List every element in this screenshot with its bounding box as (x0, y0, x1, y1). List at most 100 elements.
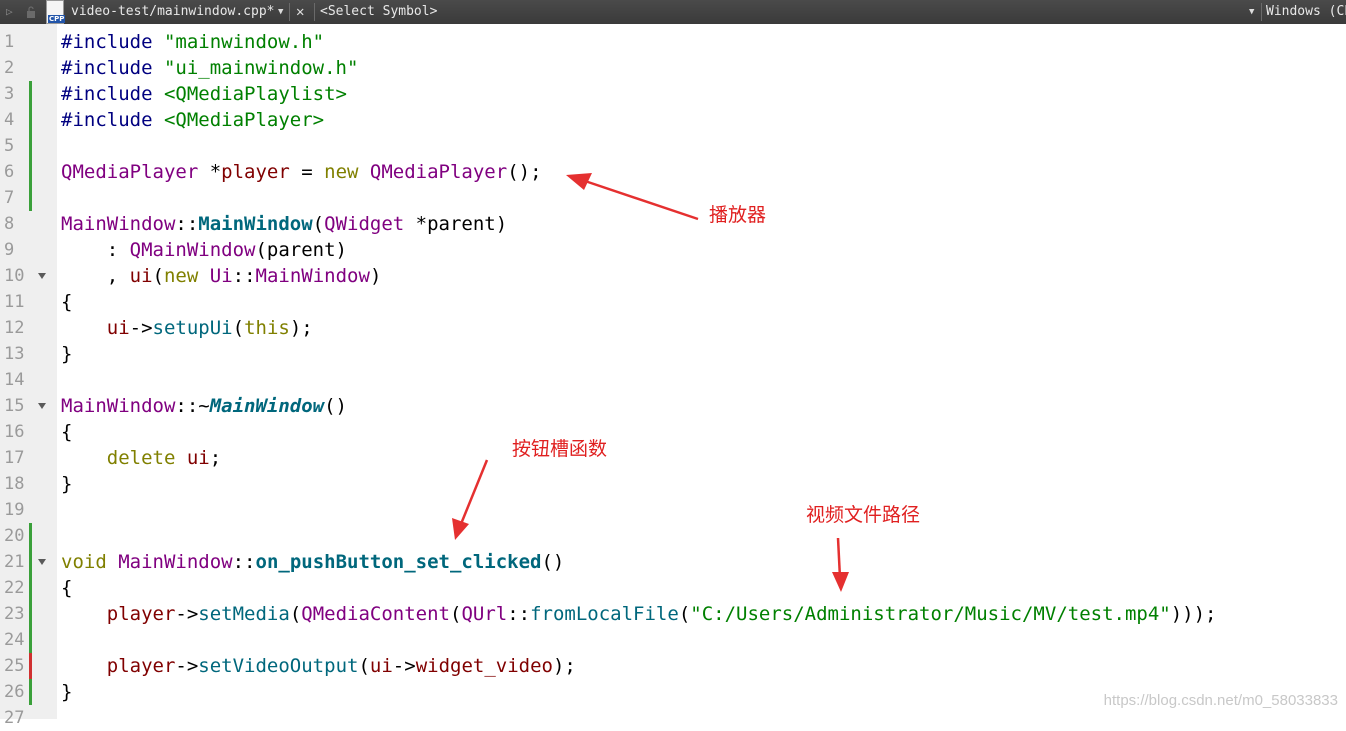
file-dropdown-icon[interactable]: ▼ (278, 0, 283, 24)
code-token: ( (449, 603, 462, 625)
code-token: :: (232, 551, 256, 573)
code-line[interactable]: #include "ui_mainwindow.h" (61, 55, 358, 81)
change-marker (29, 627, 32, 653)
symbol-select[interactable]: <Select Symbol> (320, 0, 437, 24)
change-marker (29, 185, 32, 211)
line-number: 24 (4, 630, 25, 650)
fold-chevron-icon[interactable] (38, 273, 46, 279)
line-number: 13 (4, 344, 25, 364)
file-icon-label: CPP (48, 15, 66, 23)
code-token: MainWindow (255, 265, 370, 287)
change-marker (29, 159, 32, 185)
line-number: 4 (4, 110, 15, 130)
code-token: -> (129, 317, 153, 339)
code-token: ( (152, 265, 164, 287)
code-line[interactable]: } (61, 341, 72, 367)
code-line[interactable]: } (61, 471, 72, 497)
code-line[interactable]: player->setMedia(QMediaContent(QUrl::fro… (61, 601, 1217, 627)
code-token: ( (289, 603, 302, 625)
code-line[interactable]: } (61, 679, 72, 705)
code-token: * (198, 161, 222, 183)
line-number: 17 (4, 448, 25, 468)
code-token: on_pushButton_set_clicked (255, 551, 542, 573)
code-line[interactable]: player->setVideoOutput(ui->widget_video)… (61, 653, 576, 679)
cpp-file-icon: CPP (46, 0, 66, 24)
code-token: setVideoOutput (198, 655, 359, 677)
code-token: ( (678, 603, 691, 625)
code-token: = (289, 161, 325, 183)
arrow-to-player-head (566, 173, 592, 190)
code-line[interactable]: #include "mainwindow.h" (61, 29, 324, 55)
line-number: 10 (4, 266, 25, 286)
line-number: 5 (4, 136, 15, 156)
code-line[interactable]: , ui(new Ui::MainWindow) (61, 263, 382, 289)
line-number: 8 (4, 214, 15, 234)
code-token: void (61, 551, 107, 573)
code-line[interactable]: #include <QMediaPlaylist> (61, 81, 347, 107)
line-number: 12 (4, 318, 25, 338)
code-line[interactable]: : QMainWindow(parent) (61, 237, 347, 263)
line-number: 14 (4, 370, 25, 390)
encoding-select[interactable]: Windows (CP (1266, 0, 1346, 24)
code-token: "ui_mainwindow.h" (163, 57, 359, 79)
code-token: :: (507, 603, 531, 625)
code-token: delete (106, 447, 176, 469)
code-line[interactable]: { (61, 289, 72, 315)
code-token: { (61, 291, 73, 313)
code-token: MainWindow (198, 213, 313, 235)
code-line[interactable]: void MainWindow::on_pushButton_set_click… (61, 549, 564, 575)
code-line[interactable]: MainWindow::MainWindow(QWidget *parent) (61, 211, 507, 237)
line-number: 25 (4, 656, 25, 676)
code-token: { (61, 421, 73, 443)
code-line[interactable]: { (61, 419, 72, 445)
code-line[interactable]: delete ui; (61, 445, 221, 471)
line-number: 16 (4, 422, 25, 442)
line-number: 18 (4, 474, 25, 494)
close-icon[interactable]: ✕ (296, 0, 304, 24)
line-number: 7 (4, 188, 15, 208)
nav-forward-icon[interactable]: ▷ (6, 0, 13, 24)
line-number: 2 (4, 58, 15, 78)
code-line[interactable]: ui->setupUi(this); (61, 315, 313, 341)
change-marker (29, 601, 32, 627)
code-token: #include (61, 109, 164, 131)
code-token: (parent) (255, 239, 347, 261)
line-number: 11 (4, 292, 25, 312)
code-token: fromLocalFile (530, 603, 679, 625)
code-token: ui (106, 317, 130, 339)
code-token: ); (552, 655, 576, 677)
code-token: this (244, 317, 290, 339)
code-token: (); (507, 161, 542, 183)
annotation-slot-function: 按钮槽函数 (512, 438, 608, 460)
line-number: 9 (4, 240, 15, 260)
code-token: ui (186, 447, 210, 469)
file-tab[interactable]: video-test/mainwindow.cpp* (71, 0, 275, 24)
code-line[interactable]: MainWindow::~MainWindow() (61, 393, 347, 419)
code-token: () (324, 395, 347, 417)
code-token: ; (209, 447, 222, 469)
code-token: player (106, 655, 176, 677)
code-token: ); (289, 317, 313, 339)
code-line[interactable]: QMediaPlayer *player = new QMediaPlayer(… (61, 159, 542, 185)
fold-chevron-icon[interactable] (38, 403, 46, 409)
code-token: #include (61, 83, 164, 105)
arrow-to-path (836, 537, 842, 579)
code-token: ) (369, 265, 382, 287)
line-number: 15 (4, 396, 25, 416)
fold-chevron-icon[interactable] (38, 559, 46, 565)
symbol-dropdown-icon[interactable]: ▼ (1249, 0, 1254, 24)
change-marker (29, 523, 32, 549)
code-token: new (324, 161, 359, 183)
line-number: 23 (4, 604, 25, 624)
code-line[interactable]: { (61, 575, 72, 601)
code-token: ))); (1170, 603, 1217, 625)
code-token: MainWindow (61, 213, 176, 235)
code-token: QMainWindow (129, 239, 256, 261)
code-line[interactable]: #include <QMediaPlayer> (61, 107, 324, 133)
lock-icon[interactable] (26, 0, 36, 24)
